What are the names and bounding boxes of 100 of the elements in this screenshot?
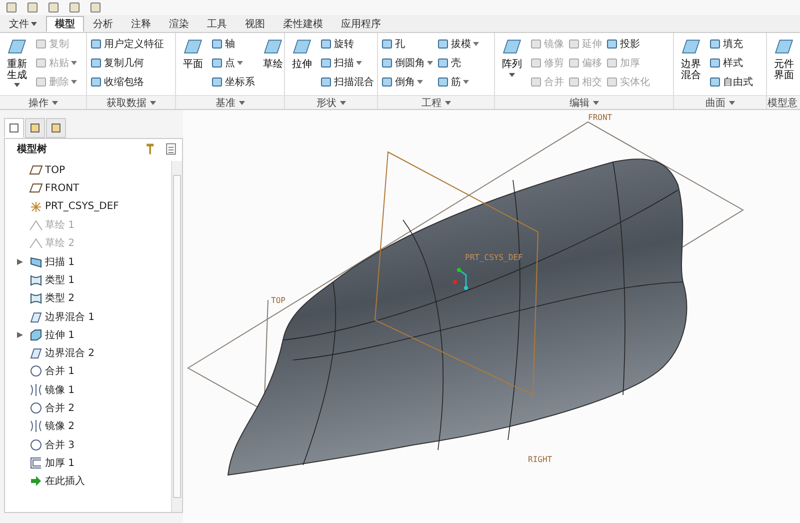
toolbar-icon[interactable]: [69, 2, 80, 13]
tree-item[interactable]: 合并 1: [5, 362, 171, 381]
panel-icon: [8, 122, 20, 134]
tree-item[interactable]: 在此插入: [5, 472, 171, 490]
ribbon-tab[interactable]: 视图: [236, 16, 274, 32]
panel-tab[interactable]: [4, 118, 24, 138]
panel-icon: [50, 122, 62, 134]
sweep-icon: [29, 254, 43, 269]
tree-item[interactable]: TOP: [5, 161, 171, 180]
caret-icon: [427, 61, 433, 65]
tree-item[interactable]: 镜像 2: [5, 417, 171, 436]
insert-icon: [29, 474, 43, 488]
tool-icon: [90, 76, 102, 88]
ribbon-button[interactable]: 壳: [436, 54, 480, 72]
tool-icon: [568, 38, 580, 50]
ribbon-button[interactable]: 阵列: [497, 35, 527, 93]
expand-icon[interactable]: [17, 258, 23, 265]
tool-icon: [320, 76, 332, 88]
ribbon-tab[interactable]: 文件: [0, 16, 46, 32]
extrude-icon: [29, 328, 43, 342]
tree-item[interactable]: 扫描 1: [5, 252, 171, 271]
toolbar-icon[interactable]: [90, 2, 101, 13]
ribbon-button[interactable]: 投影: [605, 35, 651, 53]
caret-icon: [237, 61, 243, 65]
ribbon-button[interactable]: 倒圆角: [380, 54, 434, 72]
tree-item[interactable]: 拉伸 1: [5, 326, 171, 344]
ribbon-button[interactable]: 孔: [380, 35, 434, 53]
ribbon-tab[interactable]: 应用程序: [332, 16, 390, 32]
tree-item[interactable]: 合并 3: [5, 435, 171, 454]
ribbon-button[interactable]: 拔模: [436, 35, 480, 53]
tree-title: 模型树: [17, 142, 48, 156]
ribbon-button[interactable]: 筋: [436, 73, 480, 91]
ribbon-button[interactable]: 拉伸: [287, 35, 317, 93]
tree-item[interactable]: 类型 2: [5, 289, 171, 308]
ribbon-tab[interactable]: 工具: [198, 16, 236, 32]
tool-icon: [530, 57, 542, 69]
group-menu[interactable]: 形状: [285, 95, 377, 109]
panel-tab[interactable]: [46, 118, 66, 138]
tool-icon: [35, 57, 47, 69]
ribbon-button[interactable]: 边界混合: [676, 35, 706, 93]
tool-icon: [90, 38, 102, 50]
tool-icon: [709, 38, 721, 50]
ribbon-button[interactable]: 轴: [210, 35, 256, 53]
tool-icon: [568, 57, 580, 69]
caret-icon: [71, 61, 77, 65]
merge-icon: [29, 401, 43, 415]
ribbon-button[interactable]: 用户定义特征: [89, 35, 165, 53]
ribbon-button[interactable]: 点: [210, 54, 256, 72]
tree-item[interactable]: FRONT: [5, 179, 171, 198]
group-menu[interactable]: 模型意: [767, 95, 800, 109]
tree-item[interactable]: 加厚 1: [5, 454, 171, 472]
ribbon-button[interactable]: 元件界面: [769, 35, 799, 93]
group-menu[interactable]: 操作: [0, 95, 86, 109]
ribbon-tab[interactable]: 渲染: [160, 16, 198, 32]
style-icon: [29, 291, 43, 306]
toolbar-icon[interactable]: [6, 2, 17, 13]
ribbon-button[interactable]: 自由式: [708, 73, 754, 91]
ribbon-button[interactable]: 旋转: [319, 35, 375, 53]
csys-icon: [29, 200, 43, 214]
caret-icon: [592, 100, 598, 104]
boundary-icon: [29, 346, 43, 360]
merge-icon: [29, 364, 43, 378]
ribbon-button[interactable]: 样式: [708, 54, 754, 72]
list-icon[interactable]: [164, 142, 178, 156]
ribbon-button[interactable]: 倒角: [380, 73, 434, 91]
tree-item[interactable]: 镜像 1: [5, 380, 171, 399]
group-menu[interactable]: 获取数据: [87, 95, 175, 109]
tree-item[interactable]: 边界混合 1: [5, 307, 171, 326]
group-menu[interactable]: 曲面: [674, 95, 766, 109]
ribbon-button[interactable]: 平面: [178, 35, 208, 93]
group-menu[interactable]: 基准: [176, 95, 284, 109]
style-icon: [29, 272, 43, 287]
tree-item[interactable]: 合并 2: [5, 398, 171, 418]
caret-icon: [728, 100, 734, 104]
ribbon-tab[interactable]: 注释: [122, 16, 160, 32]
sketch-icon: [29, 236, 43, 250]
ribbon-button[interactable]: 草绘: [258, 35, 284, 93]
group-menu[interactable]: 编辑: [495, 95, 673, 109]
group-menu[interactable]: 工程: [378, 95, 494, 109]
tree-item[interactable]: 类型 1: [5, 270, 171, 290]
scrollbar[interactable]: [171, 161, 182, 512]
ribbon-tab[interactable]: 模型: [46, 16, 84, 32]
ribbon-button[interactable]: 扫描混合: [319, 73, 375, 91]
panel-tab[interactable]: [25, 118, 45, 138]
ribbon-button[interactable]: 坐标系: [210, 73, 256, 91]
ribbon-button[interactable]: 复制几何: [89, 54, 165, 72]
expand-icon[interactable]: [17, 332, 23, 338]
thicken-icon: [29, 456, 43, 470]
ribbon-button[interactable]: 收缩包络: [89, 73, 165, 91]
tree-item[interactable]: PRT_CSYS_DEF: [5, 198, 171, 216]
ribbon-button[interactable]: 扫描: [319, 54, 375, 72]
tool-icon: [35, 38, 47, 50]
ribbon-tab[interactable]: 柔性建模: [274, 16, 332, 32]
tree-item[interactable]: 边界混合 2: [5, 344, 171, 362]
ribbon-button[interactable]: 重新生成: [2, 35, 32, 93]
toolbar-icon[interactable]: [48, 2, 59, 13]
ribbon-tab[interactable]: 分析: [84, 16, 122, 32]
toolbar-icon[interactable]: [27, 2, 38, 13]
ribbon-button[interactable]: 填充: [708, 35, 754, 53]
tool-icon: [381, 38, 393, 50]
